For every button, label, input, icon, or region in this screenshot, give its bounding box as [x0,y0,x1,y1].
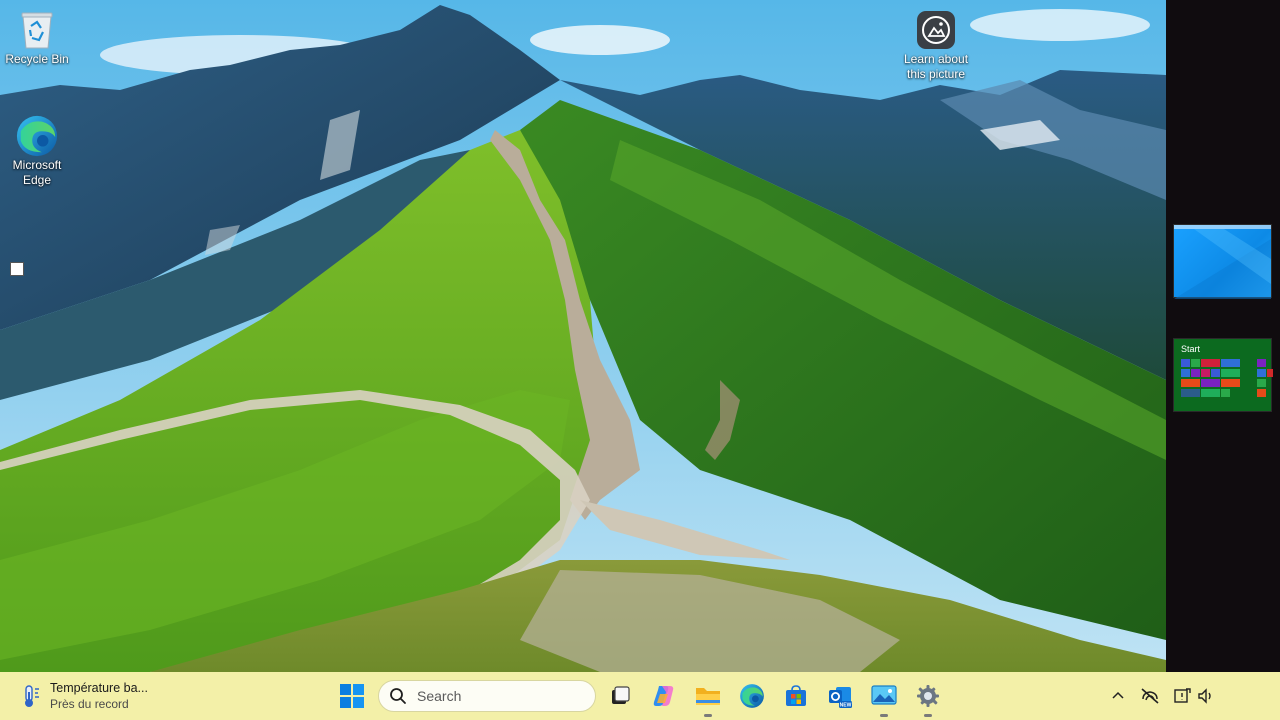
start-button[interactable] [338,682,366,710]
svg-text:NEW: NEW [840,703,852,709]
taskbar: Température ba... Près du record Search [0,672,1280,720]
recycle-bin-label: Recycle Bin [5,52,69,66]
thermometer-icon [18,683,44,709]
store-icon [786,685,806,706]
recycle-bin-icon [15,8,59,52]
running-indicator [924,714,932,717]
folder-icon [696,688,720,705]
edge-label: Microsoft Edge [12,158,62,187]
microsoft-store-button[interactable] [780,680,812,712]
weather-subtitle: Près du record [50,697,129,711]
copilot-icon [653,686,674,706]
running-indicator [880,714,888,717]
recycle-bin-shortcut[interactable]: Recycle Bin [0,8,77,67]
camera-icon [914,8,958,52]
search-icon [390,688,406,704]
photos-icon [871,685,897,705]
task-view-icon [612,686,630,704]
file-explorer-button[interactable] [692,680,724,717]
edge-icon [740,684,764,708]
start-thumbnail-label: Start [1181,344,1201,354]
start-thumbnail[interactable]: Start [1173,338,1273,412]
volume-icon[interactable] [1196,686,1216,706]
edge-shortcut[interactable]: Microsoft Edge [0,114,77,276]
desktop[interactable]: Recycle Bin Microsoft Edge Learn about t… [0,0,1166,672]
outlook-new-button[interactable]: NEW [824,680,856,712]
gear-icon [917,685,939,707]
wallpaper-mountain-ridge [0,0,1166,672]
side-panel: Start [1166,0,1280,672]
photos-button[interactable] [868,680,900,717]
chevron-up-icon[interactable] [1108,686,1128,706]
search-placeholder: Search [417,688,462,704]
copilot-button[interactable] [648,680,680,712]
learn-about-picture-shortcut[interactable]: Learn about this picture [896,8,976,82]
settings-button[interactable] [912,680,944,717]
search-box[interactable]: Search [378,680,596,712]
desktop-thumbnail[interactable] [1173,224,1272,299]
learn-about-picture-label: Learn about this picture [903,52,969,81]
running-indicator [704,714,712,717]
weather-widget[interactable]: Température ba... Près du record [18,678,148,714]
network-off-icon[interactable] [1140,686,1160,706]
system-tray [1050,672,1280,720]
outlook-icon: NEW [829,687,852,709]
edge-taskbar-button[interactable] [736,680,768,712]
edge-icon [10,114,59,276]
weather-title: Température ba... [50,681,148,695]
task-view-button[interactable] [604,680,636,712]
windows-logo-icon [340,684,364,708]
start-tiles [1181,359,1273,404]
thumbnail-wallpaper [1174,229,1271,299]
notification-icon[interactable] [1172,686,1192,706]
